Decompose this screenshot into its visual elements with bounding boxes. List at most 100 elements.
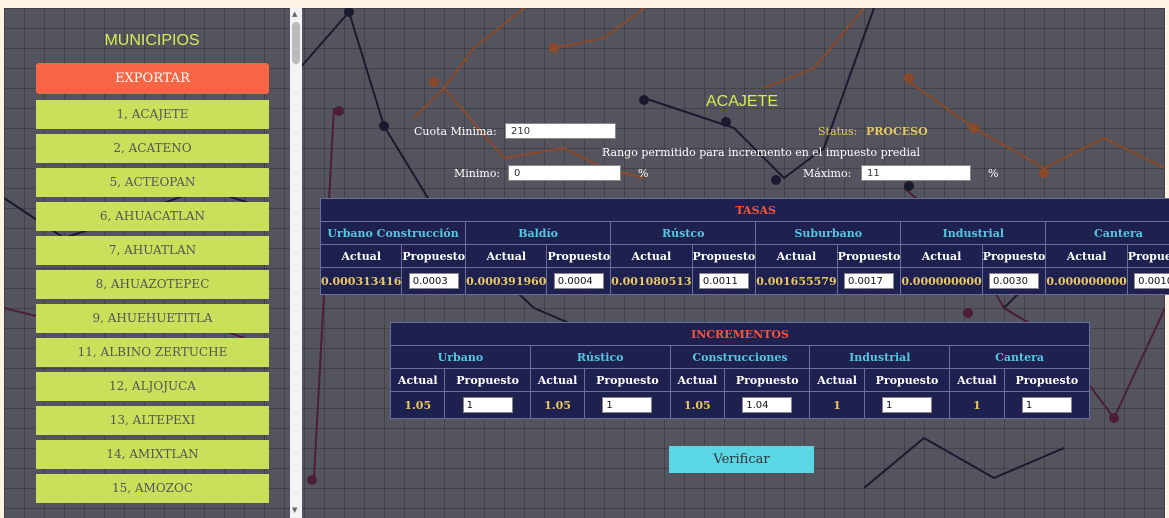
- sidebar-title: MUNICIPIOS: [104, 32, 200, 49]
- tasa-propuesto-input[interactable]: [553, 273, 604, 289]
- actual-header: Actual: [755, 244, 838, 268]
- incremento-actual-value: 1.05: [529, 391, 586, 419]
- scroll-down-icon[interactable]: ▼: [292, 506, 297, 514]
- incremento-propuesto-input[interactable]: [882, 397, 932, 413]
- tasas-category: Baldío: [465, 221, 612, 245]
- incremento-propuesto-cell: [444, 391, 531, 419]
- status-value: PROCESO: [866, 125, 928, 138]
- municipio-item[interactable]: 8, AHUAZOTEPEC: [36, 270, 269, 299]
- incrementos-table: INCREMENTOS Urbano Rústico Construccione…: [389, 322, 1091, 419]
- municipio-item[interactable]: 5, ACTEOPAN: [36, 168, 269, 197]
- incrementos-category: Industrial: [809, 345, 951, 369]
- incrementos-category: Construcciones: [669, 345, 811, 369]
- propuesto-header: Propuesto: [981, 244, 1047, 268]
- verificar-button[interactable]: Verificar: [669, 446, 814, 473]
- sidebar-scrollbar[interactable]: ▲ ▼: [290, 8, 302, 518]
- tasa-propuesto-input[interactable]: [989, 273, 1040, 289]
- propuesto-header: Propuesto: [863, 368, 951, 392]
- propuesto-header: Propuesto: [691, 244, 757, 268]
- tasa-propuesto-cell: [981, 267, 1047, 295]
- tasas-title: TASAS: [319, 198, 1169, 222]
- incrementos-category: Cantera: [949, 345, 1090, 369]
- propuesto-header: Propuesto: [546, 244, 612, 268]
- tasa-propuesto-input[interactable]: [698, 273, 749, 289]
- actual-header: Actual: [529, 368, 586, 392]
- rango-description: Rango permitido para incremento en el im…: [602, 146, 921, 159]
- minimo-input[interactable]: [508, 165, 621, 181]
- tasa-propuesto-cell: [691, 267, 757, 295]
- maximo-percent: %: [988, 167, 999, 180]
- minimo-percent: %: [638, 167, 649, 180]
- maximo-label: Máximo:: [803, 167, 852, 180]
- propuesto-header: Propuesto: [724, 368, 811, 392]
- actual-header: Actual: [1045, 244, 1128, 268]
- tasa-propuesto-input[interactable]: [843, 273, 894, 289]
- incremento-propuesto-input[interactable]: [742, 397, 793, 413]
- municipio-item[interactable]: 14, AMIXTLAN: [36, 440, 269, 469]
- tasa-propuesto-cell: [1126, 267, 1169, 295]
- actual-header: Actual: [610, 244, 693, 268]
- tasa-propuesto-cell: [546, 267, 612, 295]
- tasas-category: Rústco: [610, 221, 757, 245]
- tasa-actual-value: 0.000313416: [319, 267, 403, 295]
- incremento-propuesto-cell: [584, 391, 671, 419]
- tasas-category: Urbano Construcción: [319, 221, 467, 245]
- incremento-propuesto-input[interactable]: [602, 397, 653, 413]
- scroll-up-icon[interactable]: ▲: [292, 10, 297, 18]
- tasas-category: Cantera: [1045, 221, 1169, 245]
- exportar-button[interactable]: EXPORTAR: [36, 63, 269, 94]
- actual-header: Actual: [809, 368, 865, 392]
- incremento-actual-value: 1.05: [389, 391, 446, 419]
- actual-header: Actual: [319, 244, 403, 268]
- municipio-item[interactable]: 15, AMOZOC: [36, 474, 269, 503]
- tasas-category: Suburbano: [755, 221, 902, 245]
- actual-header: Actual: [465, 244, 548, 268]
- tasa-actual-value: 0.001080513: [610, 267, 693, 295]
- actual-header: Actual: [389, 368, 446, 392]
- propuesto-header: Propuesto: [444, 368, 531, 392]
- incremento-propuesto-input[interactable]: [462, 397, 513, 413]
- propuesto-header: Propuesto: [1003, 368, 1091, 392]
- actual-header: Actual: [949, 368, 1005, 392]
- incrementos-title: INCREMENTOS: [390, 322, 1090, 346]
- incremento-propuesto-input[interactable]: [1021, 397, 1072, 413]
- municipio-item[interactable]: 7, AHUATLAN: [36, 236, 269, 265]
- incremento-actual-value: 1: [949, 391, 1005, 419]
- tasa-actual-value: 0.000000000: [1045, 267, 1128, 295]
- scroll-thumb[interactable]: [292, 22, 300, 64]
- propuesto-header: Propuesto: [836, 244, 902, 268]
- tasas-table: TASAS Urbano Construcción Baldío Rústco …: [319, 198, 1169, 295]
- municipio-title: ACAJETE: [706, 93, 779, 110]
- propuesto-header: Propuesto: [401, 244, 467, 268]
- tasa-actual-value: 0.001655579: [755, 267, 838, 295]
- tasa-actual-value: 0.000391960: [465, 267, 548, 295]
- incremento-propuesto-cell: [863, 391, 951, 419]
- tasas-category: Industrial: [900, 221, 1047, 245]
- municipio-item[interactable]: 11, ALBINO ZERTUCHE: [36, 338, 269, 367]
- cuota-minima-label: Cuota Minima:: [414, 125, 497, 138]
- status-label: Status:: [818, 125, 858, 138]
- incremento-propuesto-cell: [1003, 391, 1091, 419]
- tasa-propuesto-input[interactable]: [1134, 273, 1169, 289]
- tasa-propuesto-input[interactable]: [408, 273, 459, 289]
- tasa-propuesto-cell: [836, 267, 902, 295]
- municipio-item[interactable]: 1, ACAJETE: [36, 100, 269, 129]
- municipio-item[interactable]: 6, AHUACATLAN: [36, 202, 269, 231]
- incrementos-category: Rústico: [529, 345, 671, 369]
- propuesto-header: Propuesto: [1126, 244, 1169, 268]
- actual-header: Actual: [900, 244, 983, 268]
- municipio-item[interactable]: 9, AHUEHUETITLA: [36, 304, 269, 333]
- tasa-propuesto-cell: [401, 267, 467, 295]
- incrementos-category: Urbano: [390, 345, 531, 369]
- tasa-actual-value: 0.000000000: [900, 267, 983, 295]
- municipio-item[interactable]: 13, ALTEPEXI: [36, 406, 269, 435]
- maximo-input[interactable]: [861, 165, 971, 181]
- actual-header: Actual: [669, 368, 726, 392]
- incremento-propuesto-cell: [724, 391, 811, 419]
- cuota-minima-input[interactable]: [505, 123, 616, 139]
- incremento-actual-value: 1.05: [669, 391, 726, 419]
- propuesto-header: Propuesto: [584, 368, 671, 392]
- municipio-item[interactable]: 12, ALJOJUCA: [36, 372, 269, 401]
- municipio-item[interactable]: 2, ACATENO: [36, 134, 269, 163]
- incremento-actual-value: 1: [809, 391, 865, 419]
